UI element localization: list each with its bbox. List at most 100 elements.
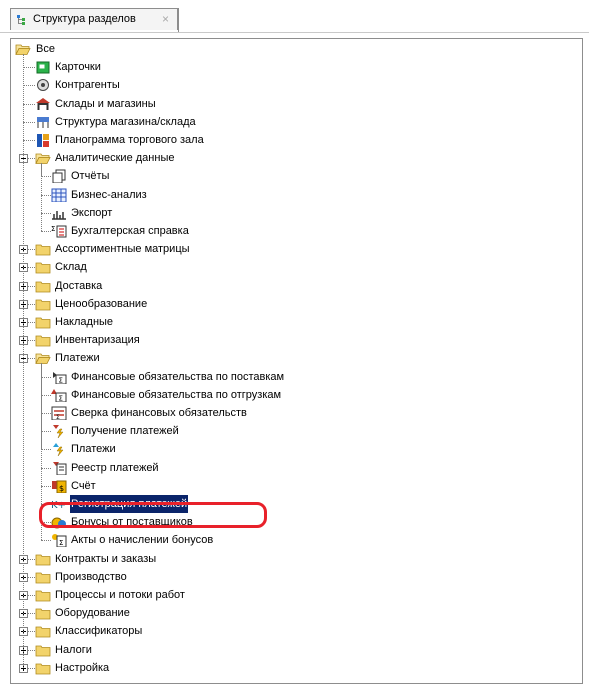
tree-subitem[interactable]: Бизнес-анализ xyxy=(11,186,571,204)
tree-item-label: Платежи xyxy=(71,443,116,456)
tree-item-label: Настройка xyxy=(55,661,110,674)
counterparties-icon xyxy=(37,79,49,92)
tree-item[interactable]: Платежи xyxy=(11,349,571,367)
tree-item-label: Бонусы от поставщиков xyxy=(71,516,193,529)
tree-item[interactable]: Ценообразование xyxy=(11,295,571,313)
supplier-bonus-icon xyxy=(51,517,66,529)
tree-item-label: Получение платежей xyxy=(71,425,179,438)
svg-text:Σ: Σ xyxy=(59,539,63,547)
tree-item-label: Акты о начислении бонусов xyxy=(71,534,214,547)
tree-subitem[interactable]: Платежи xyxy=(11,440,571,458)
reconciliation-icon: Σ xyxy=(51,406,67,420)
tree-subitem[interactable]: Экспорт xyxy=(11,204,571,222)
tree-subitem[interactable]: Бонусы от поставщиков xyxy=(11,513,571,531)
tree-item[interactable]: Оборудование xyxy=(11,604,571,622)
section-tree[interactable]: Все Карточки Контрагенты Склады и магазины С… xyxy=(11,39,582,683)
tree-item-label: Инвентаризация xyxy=(55,334,140,347)
tree-item[interactable]: Склад xyxy=(11,258,571,276)
svg-text:$: $ xyxy=(59,484,64,493)
tree-item-label: Классификаторы xyxy=(55,625,143,638)
tab-section-structure[interactable]: Структура разделов × xyxy=(10,8,178,30)
tree-root[interactable]: Все xyxy=(11,40,571,58)
tree-subitem[interactable]: Σ Бухгалтерская справка xyxy=(11,222,571,240)
svg-text:Σ: Σ xyxy=(59,376,63,384)
tree-subitem[interactable]: Σ Финансовые обязательства по отгрузкам xyxy=(11,386,571,404)
tab-close-icon[interactable]: × xyxy=(162,12,169,26)
tree-item-label: Ассортиментные матрицы xyxy=(55,243,190,256)
folder-icon xyxy=(35,317,51,329)
tree-item-label: Платежи xyxy=(55,352,100,365)
payments-icon xyxy=(53,443,64,457)
folder-icon xyxy=(35,299,51,311)
tree-item[interactable]: Доставка xyxy=(11,277,571,295)
tree-item[interactable]: Процессы и потоки работ xyxy=(11,586,571,604)
folder-icon xyxy=(35,281,51,292)
tree-connector xyxy=(41,363,42,541)
folder-icon xyxy=(35,554,51,565)
tree-item-label: Финансовые обязательства по отгрузкам xyxy=(71,388,282,401)
tree-item[interactable]: Накладные xyxy=(11,313,571,331)
tree-item[interactable]: Карточки xyxy=(11,58,571,76)
tree-item-label: Процессы и потоки работ xyxy=(55,589,185,601)
tree-subitem[interactable]: Σ Акты о начислении бонусов xyxy=(11,531,571,549)
folder-icon xyxy=(35,244,51,256)
tree-item-label: Налоги xyxy=(55,643,92,656)
tree-item[interactable]: Контрагенты xyxy=(11,76,571,94)
supply-obligations-icon: Σ xyxy=(53,371,67,384)
folder-open-icon xyxy=(35,353,51,365)
folder-icon xyxy=(35,572,51,584)
tree-item-label: Все xyxy=(36,43,55,55)
tree-item-label: Планограмма торгового зала xyxy=(55,134,204,146)
tree-item-label: Оборудование xyxy=(55,607,130,620)
tree-item[interactable]: Производство xyxy=(11,568,571,586)
invoice-icon: $ xyxy=(52,480,67,493)
svg-text:Σ: Σ xyxy=(59,394,63,402)
folder-icon xyxy=(35,590,51,602)
business-analysis-icon xyxy=(51,188,67,202)
tree-item[interactable]: Налоги xyxy=(11,641,571,659)
accounting-note-icon: Σ xyxy=(51,225,67,238)
svg-text:Σ: Σ xyxy=(51,225,55,233)
tree-item[interactable]: Классификаторы xyxy=(11,622,571,640)
section-tree-panel[interactable]: Все Карточки Контрагенты Склады и магазины С… xyxy=(10,38,583,684)
tree-subitem[interactable]: Σ Финансовые обязательства по поставкам xyxy=(11,368,571,386)
tree-subitem[interactable]: Σ Сверка финансовых обязательств xyxy=(11,404,571,422)
tree-subitem[interactable]: Реестр платежей xyxy=(11,459,571,477)
tree-item-label: Сверка финансовых обязательств xyxy=(71,407,247,419)
folder-open-icon xyxy=(35,153,51,165)
folder-icon xyxy=(35,626,51,638)
tree-item-label: Склад xyxy=(55,261,87,274)
tree-item-label: Финансовые обязательства по поставкам xyxy=(71,370,285,383)
tree-item-label: Бизнес-анализ xyxy=(71,188,147,201)
tree-item-label: Аналитические данные xyxy=(55,152,175,165)
receive-payments-icon xyxy=(53,425,64,439)
shipment-obligations-icon: Σ xyxy=(51,388,67,402)
tree-item-label: Склады и магазины xyxy=(55,97,156,110)
tree-item-label: Доставка xyxy=(55,279,103,292)
folder-icon xyxy=(35,608,51,620)
export-icon xyxy=(52,210,66,220)
tree-item[interactable]: Контракты и заказы xyxy=(11,550,571,568)
tab-label: Структура разделов xyxy=(33,13,136,25)
svg-text:Σ: Σ xyxy=(56,414,60,420)
tree-item[interactable]: Аналитические данные xyxy=(11,149,571,167)
cards-icon xyxy=(36,61,50,74)
tree-subitem[interactable]: K+ Регистрация платежей xyxy=(11,494,571,514)
tree-item[interactable]: Склады и магазины xyxy=(11,95,571,113)
tree-item[interactable]: Ассортиментные матрицы xyxy=(11,240,571,258)
tree-item[interactable]: Планограмма торгового зала xyxy=(11,131,571,149)
tree-item-label: Контрагенты xyxy=(55,79,120,92)
tab-divider xyxy=(178,8,179,32)
tree-subitem[interactable]: $ Счёт xyxy=(11,477,571,495)
tree-item-label: Отчёты xyxy=(71,170,110,183)
svg-text:K+: K+ xyxy=(51,500,66,511)
tree-subitem[interactable]: Получение платежей xyxy=(11,422,571,440)
k-plus-icon: K+ xyxy=(51,500,66,511)
tree-subitem[interactable]: Отчёты xyxy=(11,167,571,185)
planogram-icon xyxy=(37,134,49,147)
tree-item-label: Экспорт xyxy=(71,206,113,219)
tree-item[interactable]: Инвентаризация xyxy=(11,331,571,349)
tree-item[interactable]: Структура магазина/склада xyxy=(11,113,571,131)
tree-item[interactable]: Настройка xyxy=(11,659,571,677)
tree-item-label-selected: Регистрация платежей xyxy=(68,494,190,514)
